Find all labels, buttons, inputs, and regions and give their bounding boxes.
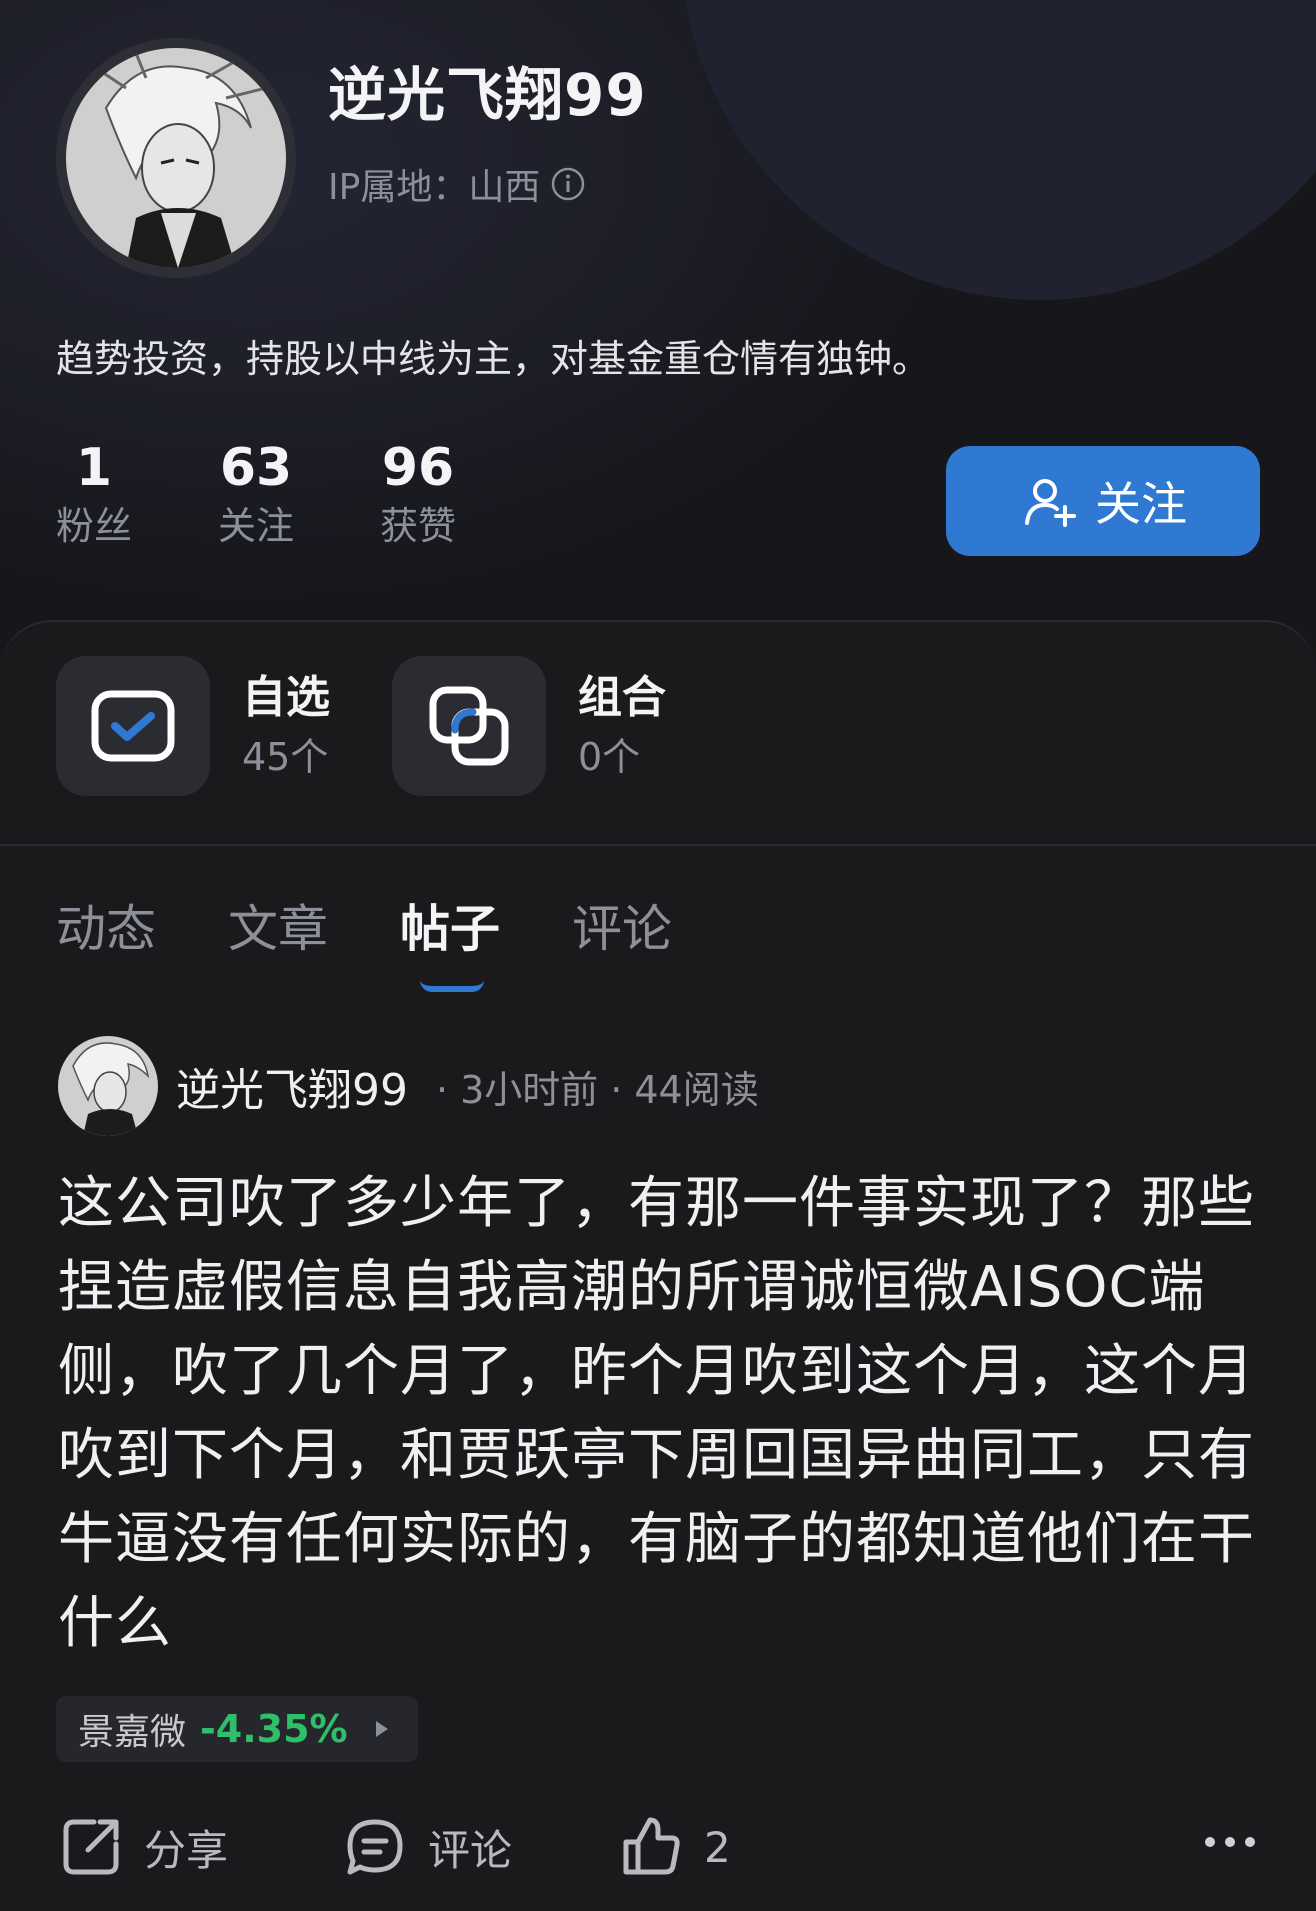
active-tab-indicator [420, 980, 484, 992]
more-options-icon[interactable] [1202, 1830, 1258, 1854]
comment-label: 评论 [428, 1825, 513, 1875]
ip-location-row: IP属地：山西 [328, 158, 586, 210]
stat-following[interactable]: 63 关注 [218, 436, 294, 552]
avatar[interactable] [56, 38, 296, 278]
like-button[interactable]: 2 [618, 1814, 731, 1880]
comment-button[interactable]: 评论 [342, 1814, 512, 1880]
post-author-name[interactable]: 逆光飞翔99 [176, 1054, 408, 1118]
quick-link-title: 自选 [242, 672, 330, 723]
profile-header: 逆光飞翔99 IP属地：山西 趋势投资，持股以中线为主，对基金重仓情有独钟。 1… [0, 0, 1316, 640]
stat-label: 获赞 [380, 504, 457, 548]
stat-label: 粉丝 [56, 504, 133, 548]
post-author-avatar[interactable] [58, 1036, 158, 1136]
tab-posts-label: 帖子 [400, 900, 500, 958]
play-arrow-icon [375, 1721, 388, 1737]
overlap-squares-icon [429, 686, 509, 766]
comment-icon [347, 1819, 403, 1875]
portfolio-icon-box [392, 656, 546, 796]
follow-button[interactable]: 关注 [946, 446, 1260, 556]
profile-username: 逆光飞翔99 [328, 61, 647, 129]
quick-link-count: 45个 [242, 735, 329, 779]
stock-tag[interactable]: 景嘉微 -4.35% [56, 1696, 418, 1762]
profile-stats: 1 粉丝 63 关注 96 获赞 [56, 436, 542, 552]
stat-value: 1 [75, 438, 113, 498]
watchlist-icon-box [56, 656, 210, 796]
ip-location: IP属地：山西 [328, 167, 541, 208]
follow-button-label: 关注 [1095, 477, 1187, 531]
post-reads: 44阅读 [634, 1067, 759, 1112]
stock-change: -4.35% [200, 1707, 348, 1751]
profile-bio: 趋势投资，持股以中线为主，对基金重仓情有独钟。 [56, 337, 931, 381]
share-label: 分享 [144, 1825, 229, 1875]
stat-followers[interactable]: 1 粉丝 [56, 436, 132, 552]
checkbox-icon [91, 690, 175, 762]
post-time: 3小时前 [460, 1067, 599, 1112]
thumbs-up-icon [623, 1817, 680, 1875]
post-content[interactable]: 这公司吹了多少年了，有那一件事实现了？那些捏造虚假信息自我高潮的所谓诚恒微AIS… [58, 1162, 1258, 1666]
tab-comments[interactable]: 评论 [572, 884, 672, 974]
header-decoration [680, 0, 1316, 300]
stat-label: 关注 [218, 504, 295, 548]
tab-posts[interactable]: 帖子 [400, 884, 500, 992]
post-actions: 分享 评论 2 [58, 1814, 1258, 1894]
info-icon[interactable] [550, 166, 586, 202]
post-meta: · 3小时前 · 44阅读 [436, 1067, 759, 1112]
quick-link-portfolio[interactable]: 组合 0个 [392, 656, 666, 796]
section-divider [0, 844, 1316, 846]
share-button[interactable]: 分享 [58, 1814, 228, 1880]
add-user-icon [1025, 479, 1076, 527]
quick-link-title: 组合 [578, 672, 666, 723]
post-header: 逆光飞翔99 · 3小时前 · 44阅读 [58, 1036, 759, 1136]
stock-name: 景嘉微 [78, 1712, 187, 1753]
tab-activity[interactable]: 动态 [56, 884, 156, 974]
tab-articles[interactable]: 文章 [228, 884, 328, 974]
stat-value: 63 [219, 438, 293, 498]
quick-link-count: 0个 [578, 735, 641, 779]
quick-link-watchlist[interactable]: 自选 45个 [56, 656, 330, 796]
stat-likes[interactable]: 96 获赞 [380, 436, 456, 552]
stat-value: 96 [381, 438, 455, 498]
like-count: 2 [704, 1822, 731, 1872]
profile-tabs: 动态 文章 帖子 评论 [56, 884, 744, 992]
share-icon [63, 1819, 119, 1875]
content-card: 自选 45个 组合 0个 动态 文章 帖子 评论 逆光飞翔99 · 3小时前 ·… [0, 620, 1316, 1911]
